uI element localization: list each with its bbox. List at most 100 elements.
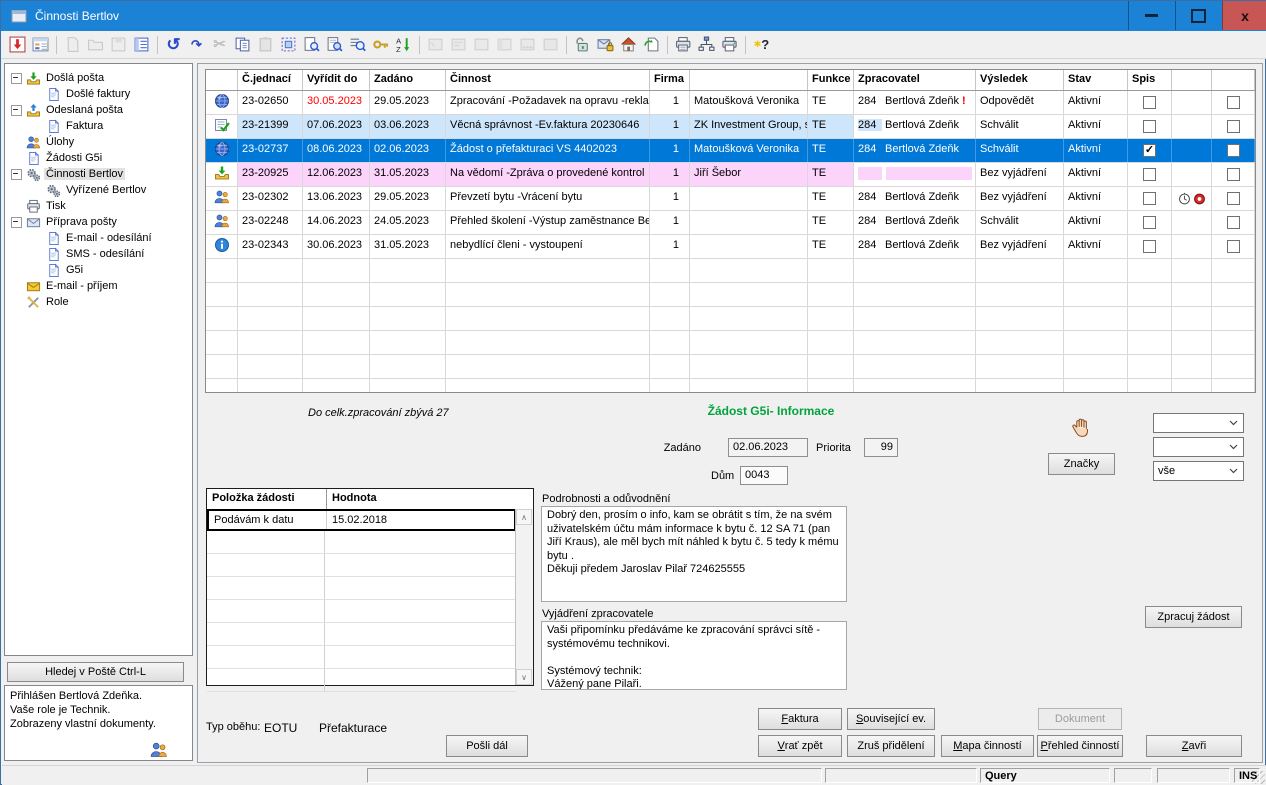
maximize-button[interactable] [1175, 1, 1221, 30]
checkbox-unchecked[interactable] [1227, 144, 1240, 157]
exit-icon[interactable] [6, 33, 29, 56]
table-row[interactable]: 23-0234330.06.202331.05.2023nebydlící čl… [206, 235, 1255, 259]
column-header[interactable] [1172, 70, 1212, 90]
org-chart-icon[interactable] [695, 33, 718, 56]
checkbox-checked[interactable]: ✓ [1143, 144, 1156, 157]
prehled-cinnosti-button[interactable]: Přehled činností [1037, 735, 1123, 757]
search-mail-button[interactable]: Hledej v Poště Ctrl-L [7, 662, 184, 682]
tree-item[interactable]: Vyřízené Bertlov [5, 182, 192, 198]
redo-icon[interactable]: ↷ [185, 33, 208, 56]
zrus-prideleni-button[interactable]: Zruš přidělení [847, 735, 935, 757]
tree-item[interactable]: SMS - odesílání [5, 246, 192, 262]
unlock-icon[interactable] [571, 33, 594, 56]
column-header[interactable]: Funkce [808, 70, 854, 90]
tree-item[interactable]: Činnosti Bertlov [5, 166, 192, 182]
copy-icon[interactable] [231, 33, 254, 56]
checkbox-unchecked[interactable] [1227, 240, 1240, 253]
tree-item[interactable]: Faktura [5, 118, 192, 134]
tree-item[interactable]: Úlohy [5, 134, 192, 150]
scrollbar[interactable]: ∧∨ [515, 509, 533, 685]
checkbox-unchecked[interactable] [1227, 168, 1240, 181]
faktura-button[interactable]: Faktura [758, 708, 842, 730]
tree-item[interactable]: G5i [5, 262, 192, 278]
checkbox-unchecked[interactable] [1143, 168, 1156, 181]
table-row[interactable]: 23-0230213.06.202329.05.2023Převzetí byt… [206, 187, 1255, 211]
entered-date-field[interactable]: 02.06.2023 [728, 438, 808, 457]
table-row[interactable]: 23-2092512.06.202331.05.2023Na vědomí -Z… [206, 163, 1255, 187]
column-header[interactable]: Vyřídit do [303, 70, 370, 90]
column-header[interactable]: Firma [650, 70, 690, 90]
vrat-zpet-button[interactable]: Vrať zpět [758, 735, 842, 757]
column-header[interactable] [690, 70, 808, 90]
sort-az-icon[interactable]: AZ [392, 33, 415, 56]
column-header[interactable]: Zadáno [370, 70, 446, 90]
key-icon[interactable] [369, 33, 392, 56]
souvisejici-ev-button[interactable]: Související ev. [847, 708, 935, 730]
column-header[interactable]: Spis [1128, 70, 1172, 90]
mail-lock-icon[interactable] [594, 33, 617, 56]
filter-dropdown[interactable]: vše [1153, 461, 1244, 481]
tree-item[interactable]: E-mail - příjem [5, 278, 192, 294]
minimize-button[interactable] [1128, 1, 1174, 30]
checkbox-unchecked[interactable] [1227, 192, 1240, 205]
list-view-icon[interactable] [130, 33, 153, 56]
znacky-button[interactable]: Značky [1048, 453, 1115, 475]
zpracuj-zadost-button[interactable]: Zpracuj žádost [1145, 606, 1242, 628]
checkbox-unchecked[interactable] [1143, 192, 1156, 205]
processor-statement-textarea[interactable]: Vaši připomínku předáváme ke zpracování … [541, 621, 847, 690]
column-header[interactable]: Č.jednací [238, 70, 303, 90]
column-header[interactable]: Výsledek [976, 70, 1064, 90]
posli-dal-button[interactable]: Pošli dál [446, 735, 528, 757]
find-next-icon[interactable] [300, 33, 323, 56]
table-row[interactable]: 23-0224814.06.202324.05.2023Přehled škol… [206, 211, 1255, 235]
tree-item[interactable]: Tisk [5, 198, 192, 214]
help-icon[interactable]: ✱? [750, 33, 773, 56]
tree-item[interactable]: Odeslaná pošta [5, 102, 192, 118]
form-view-icon[interactable] [29, 33, 52, 56]
column-header[interactable] [206, 70, 238, 90]
find-in-doc-icon[interactable] [323, 33, 346, 56]
tree-item[interactable]: Došlé faktury [5, 86, 192, 102]
scroll-up-icon[interactable]: ∧ [516, 509, 532, 525]
find-filter-icon[interactable] [346, 33, 369, 56]
close-button[interactable]: x [1222, 1, 1266, 30]
request-item-row[interactable]: Podávám k datu15.02.2018 [207, 509, 516, 531]
checkbox-unchecked[interactable] [1143, 96, 1156, 109]
collapse-icon[interactable] [11, 105, 22, 116]
table-row[interactable]: 23-0273708.06.202302.06.2023Žádost o pře… [206, 139, 1255, 163]
collapse-icon[interactable] [11, 73, 22, 84]
tree-item[interactable]: Došlá pošta [5, 70, 192, 86]
priority-field[interactable]: 99 [864, 438, 898, 457]
collapse-icon[interactable] [11, 217, 22, 228]
undo-icon[interactable]: ↺ [162, 33, 185, 56]
table-row[interactable]: 23-0265030.05.202329.05.2023Zpracování -… [206, 91, 1255, 115]
tree-item[interactable]: Žádosti G5i [5, 150, 192, 166]
mapa-cinnosti-button[interactable]: Mapa činností [941, 735, 1034, 757]
tree-item[interactable]: Příprava pošty [5, 214, 192, 230]
tree-item[interactable]: E-mail - odesílání [5, 230, 192, 246]
doc-refresh-icon[interactable] [640, 33, 663, 56]
column-header[interactable]: Stav [1064, 70, 1128, 90]
select-region-icon[interactable] [277, 33, 300, 56]
collapse-icon[interactable] [11, 169, 22, 180]
checkbox-unchecked[interactable] [1227, 96, 1240, 109]
house-field[interactable]: 0043 [740, 466, 788, 485]
column-header[interactable]: Činnost [446, 70, 650, 90]
checkbox-unchecked[interactable] [1143, 240, 1156, 253]
checkbox-unchecked[interactable] [1143, 120, 1156, 133]
table-row[interactable]: 23-2139907.06.202303.06.2023Věcná správn… [206, 115, 1255, 139]
column-header[interactable] [1212, 70, 1255, 90]
printer-icon[interactable] [718, 33, 741, 56]
checkbox-unchecked[interactable] [1227, 216, 1240, 229]
tree-item[interactable]: Role [5, 294, 192, 310]
filter-dropdown[interactable] [1153, 413, 1244, 433]
filter-dropdown[interactable] [1153, 437, 1244, 457]
zavri-button[interactable]: Zavři [1146, 735, 1242, 757]
scroll-down-icon[interactable]: ∨ [516, 669, 532, 685]
print-doc-icon[interactable] [672, 33, 695, 56]
column-header[interactable]: Zpracovatel [854, 70, 976, 90]
checkbox-unchecked[interactable] [1143, 216, 1156, 229]
home-icon[interactable] [617, 33, 640, 56]
details-textarea[interactable]: Dobrý den, prosím o info, kam se obrátit… [541, 506, 847, 602]
checkbox-unchecked[interactable] [1227, 120, 1240, 133]
